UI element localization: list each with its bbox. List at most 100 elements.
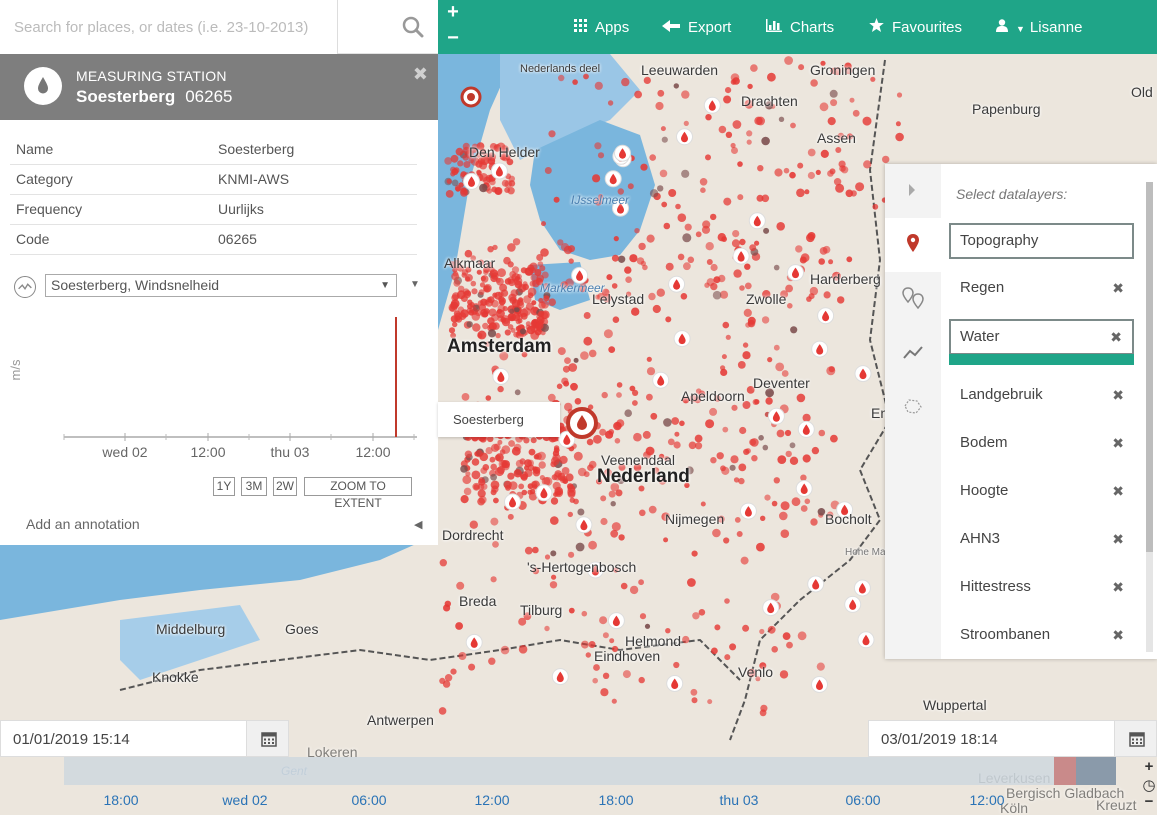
map-station-dot[interactable] [529, 262, 538, 271]
map-station-dot[interactable] [450, 154, 459, 163]
map-station-dot[interactable] [722, 426, 729, 433]
map-station-dot[interactable] [646, 356, 652, 362]
map-station-dot[interactable] [739, 426, 747, 435]
map-station-dot[interactable] [718, 125, 727, 134]
map-station-dot[interactable] [468, 663, 476, 671]
map-station-marker[interactable] [463, 172, 480, 190]
map-station-dot[interactable] [725, 87, 732, 94]
map-station-dot[interactable] [520, 312, 528, 320]
map-station-dot[interactable] [767, 357, 773, 363]
map-station-dot[interactable] [659, 169, 668, 178]
map-station-dot[interactable] [534, 328, 542, 336]
map-station-dot[interactable] [752, 399, 759, 405]
map-station-dot[interactable] [674, 431, 680, 437]
map-station-dot[interactable] [515, 319, 521, 325]
map-station-dot[interactable] [807, 232, 816, 240]
map-station-marker[interactable] [490, 162, 508, 180]
map-station-dot[interactable] [448, 327, 456, 334]
map-station-dot[interactable] [611, 254, 619, 262]
map-station-dot[interactable] [438, 707, 447, 715]
map-station-dot[interactable] [541, 477, 551, 486]
map-station-dot[interactable] [827, 117, 836, 126]
map-station-dot[interactable] [573, 357, 579, 363]
map-station-dot[interactable] [476, 170, 482, 176]
timeline-cursor[interactable] [1054, 757, 1076, 785]
map-station-dot[interactable] [614, 438, 621, 444]
remove-layer-icon[interactable]: ✖ [1112, 618, 1124, 652]
map-station-dot[interactable] [652, 304, 661, 314]
map-zoom-in-button[interactable]: + [445, 2, 461, 22]
map-station-dot[interactable] [514, 389, 521, 396]
timeseries-select[interactable]: Soesterberg, Windsnelheid ▼ [45, 274, 397, 297]
map-station-marker[interactable] [575, 516, 593, 534]
map-station-dot[interactable] [568, 363, 578, 372]
map-station-dot[interactable] [563, 380, 570, 387]
map-station-dot[interactable] [771, 500, 778, 507]
map-station-dot[interactable] [725, 334, 731, 340]
map-station-dot[interactable] [838, 160, 846, 168]
map-station-dot[interactable] [705, 242, 714, 251]
map-station-dot[interactable] [807, 171, 816, 180]
map-station-dot[interactable] [774, 168, 783, 177]
map-station-dot[interactable] [616, 382, 623, 388]
map-station-dot[interactable] [470, 280, 477, 287]
map-station-dot[interactable] [593, 664, 600, 671]
map-station-dot[interactable] [684, 223, 692, 231]
map-station-dot[interactable] [736, 531, 743, 537]
map-station-dot[interactable] [479, 183, 488, 193]
map-station-dot[interactable] [701, 225, 711, 234]
map-station-dot[interactable] [466, 321, 473, 328]
map-station-dot[interactable] [723, 197, 732, 206]
map-station-dot[interactable] [743, 308, 752, 317]
map-station-dot[interactable] [490, 489, 497, 496]
map-station-dot[interactable] [548, 130, 556, 138]
map-station-dot[interactable] [657, 89, 665, 97]
map-station-dot[interactable] [568, 551, 575, 558]
map-station-dot[interactable] [722, 321, 730, 329]
map-station-dot[interactable] [603, 329, 613, 339]
close-icon[interactable]: ✖ [413, 64, 428, 85]
map-station-dot[interactable] [564, 357, 571, 364]
map-station-dot[interactable] [765, 397, 773, 405]
map-station-dot[interactable] [462, 154, 469, 161]
map-station-dot[interactable] [797, 631, 807, 641]
map-station-dot[interactable] [734, 517, 741, 523]
map-station-dot[interactable] [665, 262, 674, 271]
map-station-dot[interactable] [616, 419, 625, 428]
map-station-dot[interactable] [760, 515, 766, 521]
map-station-dot[interactable] [509, 308, 515, 314]
map-station-marker[interactable] [797, 420, 815, 438]
nav-favourites[interactable]: Favourites [869, 0, 962, 54]
map-station-dot[interactable] [629, 585, 639, 595]
map-station-dot[interactable] [493, 497, 499, 504]
map-station-dot[interactable] [762, 444, 769, 451]
map-station-dot[interactable] [552, 481, 561, 490]
map-station-dot[interactable] [663, 537, 669, 543]
map-station-dot[interactable] [713, 276, 721, 284]
map-station-dot[interactable] [529, 488, 536, 495]
map-station-dot[interactable] [730, 455, 739, 464]
map-station-dot[interactable] [485, 395, 492, 401]
map-station-marker[interactable] [807, 575, 825, 593]
map-station-dot[interactable] [692, 612, 700, 620]
map-station-dot[interactable] [461, 393, 470, 401]
range-button-2w[interactable]: 2W [273, 477, 297, 496]
map-station-dot[interactable] [557, 239, 564, 246]
map-station-dot[interactable] [833, 178, 842, 186]
map-station-dot[interactable] [467, 299, 473, 305]
map-station-dot[interactable] [721, 236, 727, 243]
map-station-dot[interactable] [773, 264, 780, 271]
map-station-dot[interactable] [607, 100, 614, 106]
map-station-dot[interactable] [776, 429, 785, 438]
map-station-dot[interactable] [569, 497, 575, 503]
map-station-dot[interactable] [709, 407, 718, 416]
map-station-marker[interactable] [853, 579, 871, 597]
map-station-dot[interactable] [480, 467, 488, 474]
map-station-dot[interactable] [680, 293, 688, 300]
map-station-dot[interactable] [460, 187, 468, 195]
map-station-dot[interactable] [471, 470, 481, 480]
map-station-dot[interactable] [845, 189, 854, 198]
map-station-dot[interactable] [683, 120, 689, 126]
map-station-dot[interactable] [648, 505, 657, 514]
map-station-dot[interactable] [491, 299, 499, 308]
